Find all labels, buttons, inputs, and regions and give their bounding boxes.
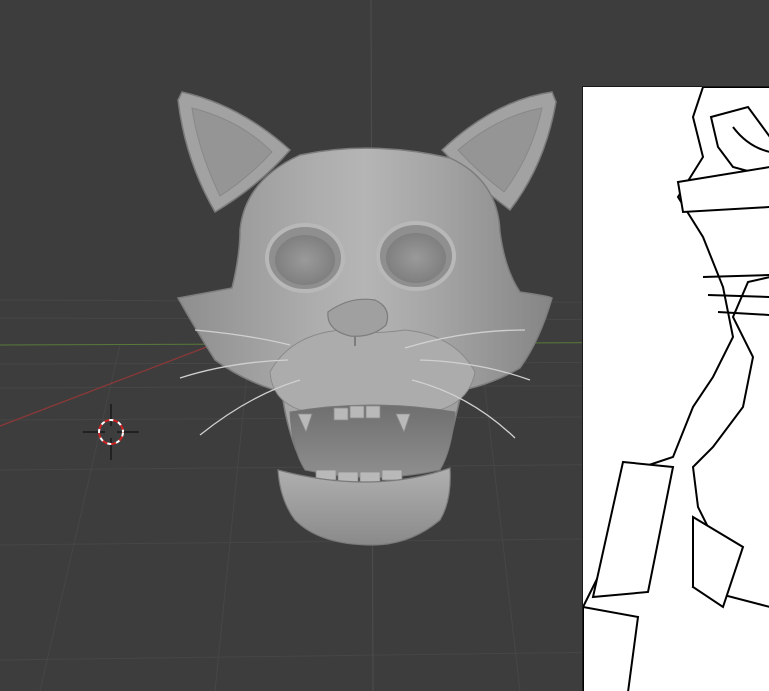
muzzle [269, 329, 476, 414]
cat-mask-model[interactable] [176, 91, 557, 546]
reference-image-panel[interactable] [582, 86, 769, 691]
x-axis-line [0, 337, 231, 427]
3d-cursor-icon[interactable] [83, 404, 139, 460]
reference-sketch [583, 87, 769, 691]
3d-viewport[interactable] [0, 0, 769, 691]
